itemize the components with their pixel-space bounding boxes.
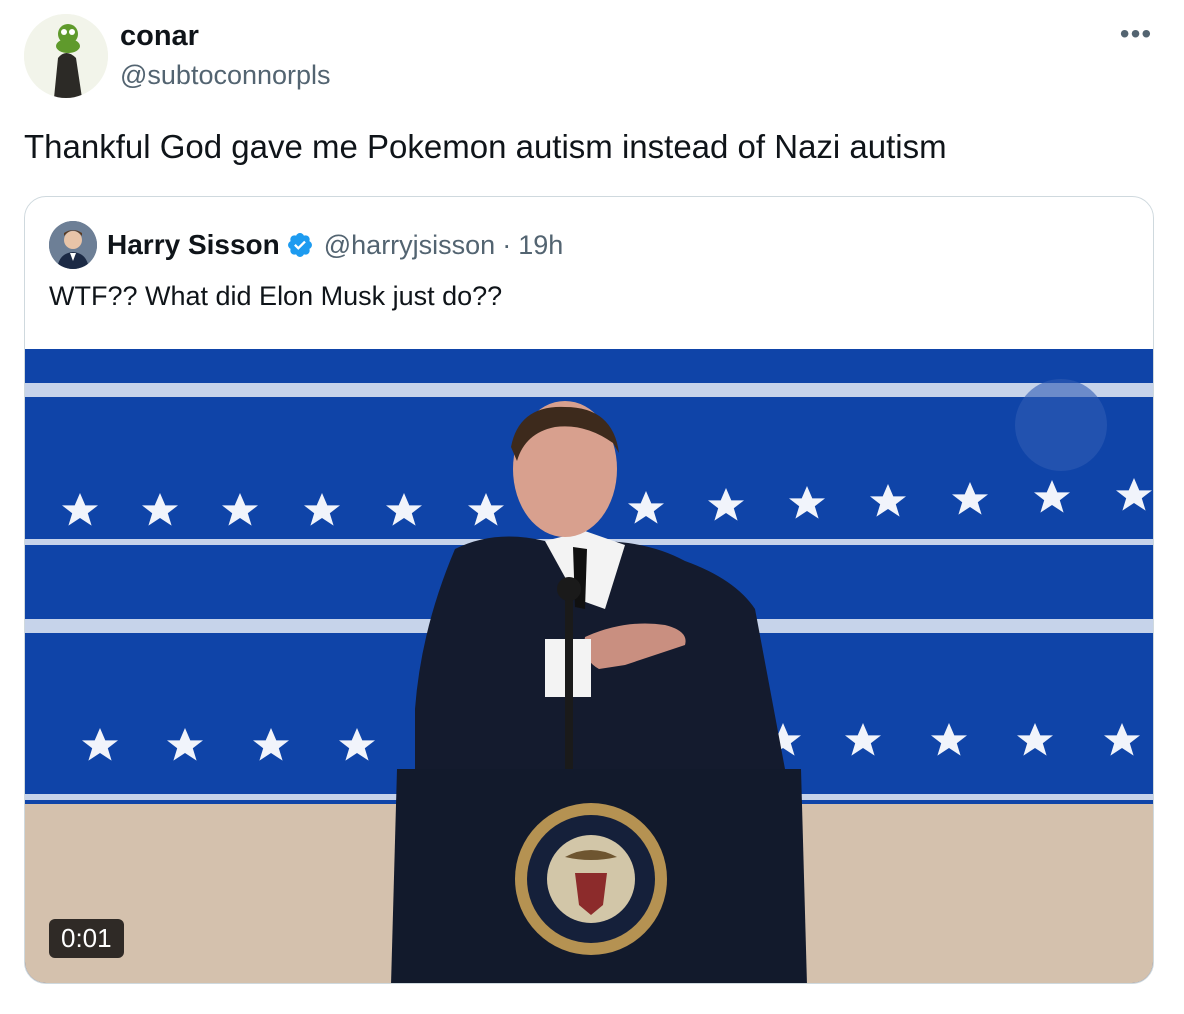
separator-dot: · [502,229,512,260]
video-player[interactable]: 0:01 [25,349,1153,983]
quoted-tweet-header: Harry Sisson @harryjsisson · 19h [107,227,563,263]
verified-badge-icon [287,233,312,257]
quoted-display-name[interactable]: Harry Sisson [107,229,280,261]
quoted-user-handle[interactable]: @harryjsisson [324,230,495,261]
video-frame [25,349,1153,983]
more-options-icon[interactable]: ••• [1116,20,1156,52]
user-handle[interactable]: @subtoconnorpls [120,60,331,91]
user-avatar[interactable] [24,14,108,98]
quoted-user-avatar[interactable] [49,221,97,269]
tweet-text: Thankful God gave me Pokemon autism inst… [24,128,947,165]
quoted-tweet[interactable]: Harry Sisson @harryjsisson · 19h WTF?? W… [24,196,1154,984]
display-name[interactable]: conar [120,20,199,53]
video-duration-badge: 0:01 [49,919,124,958]
tweet-timestamp[interactable]: 19h [518,230,563,261]
quoted-tweet-text: WTF?? What did Elon Musk just do?? [49,281,503,311]
